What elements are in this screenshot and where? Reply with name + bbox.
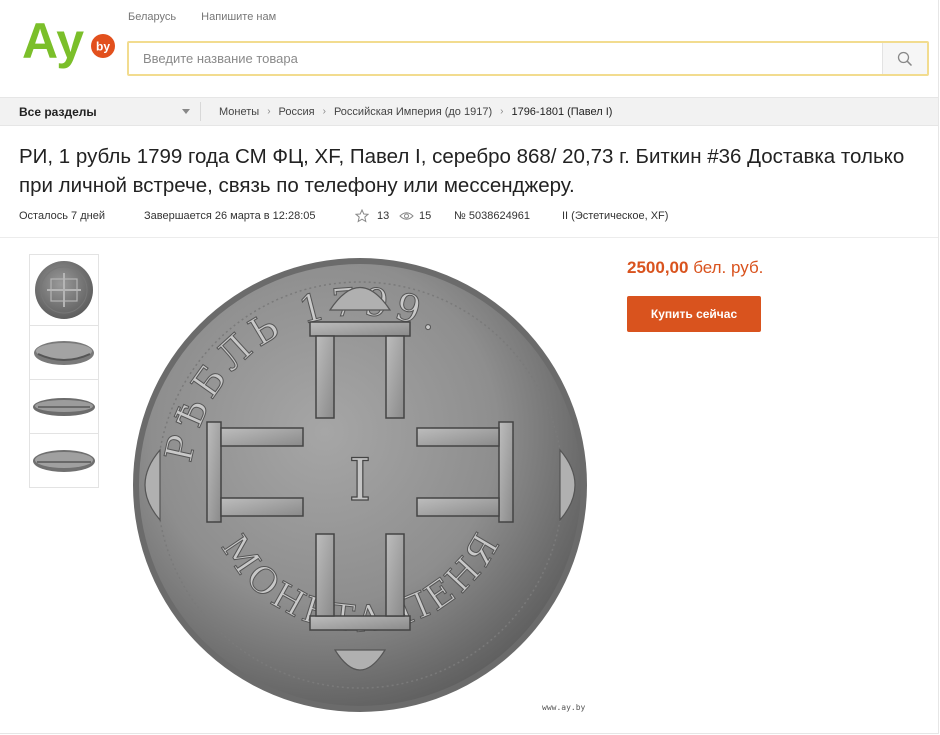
search-icon [897,51,913,66]
all-sections-dropdown[interactable]: Все разделы [19,98,194,125]
thumbnail-edge-3[interactable] [29,434,99,488]
main-photo[interactable]: РѢБЛЬ 1799. МОНЕТА ПЕНЯ I [120,250,600,720]
coin-center-numeral: I [349,446,372,514]
thumbnail-edge-1[interactable] [29,326,99,380]
nav-divider [200,102,201,121]
coin-edge-image [33,449,95,472]
favorites-count: 13 [377,210,390,222]
favorite-button[interactable] [355,209,377,223]
contact-link[interactable]: Напишите нам [201,11,276,23]
price-value: 2500,00 [627,258,689,277]
lot-number: № 5038624961 [454,210,531,222]
breadcrumb: Монеты › Россия › Российская Империя (до… [219,98,612,125]
ay-by-logo[interactable]: Ay by [22,12,116,72]
eye-icon [399,212,414,220]
coin-edge-image [34,340,94,365]
chevron-down-icon [182,109,190,114]
breadcrumb-separator: › [322,106,326,117]
coin-edge-image [33,397,95,416]
eye-icon-wrap [399,211,419,221]
top-links: Беларусь Напишите нам [128,11,298,23]
thumbnail-obverse[interactable] [29,254,99,326]
breadcrumb-coins[interactable]: Монеты [219,106,259,118]
category-navbar: Все разделы Монеты › Россия › Российская… [0,97,938,126]
search-bar [127,41,929,76]
thumbnail-edge-2[interactable] [29,380,99,434]
search-input[interactable] [129,43,883,74]
star-icon [355,209,369,223]
time-left: Осталось 7 дней [19,210,105,222]
thumbnail-list [29,254,101,488]
lot-title: РИ, 1 рубль 1799 года СМ ФЦ, XF, Павел I… [19,145,905,197]
views-count: 15 [419,210,432,222]
breadcrumb-separator: › [267,106,271,117]
all-sections-label: Все разделы [19,104,97,119]
breadcrumb-separator: › [500,106,504,117]
breadcrumb-empire[interactable]: Российская Империя (до 1917) [334,106,492,118]
grade: II (Эстетическое, XF) [562,210,669,222]
coin-thumbnail-image [35,261,93,319]
breadcrumb-paul-i[interactable]: 1796-1801 (Павел I) [511,106,612,118]
price: 2500,00 бел. руб. [627,258,763,278]
logo-badge: by [96,40,110,54]
section-divider [0,237,938,238]
watermark: www.ay.by [542,703,586,712]
logo-text: Ay [22,13,84,69]
breadcrumb-russia[interactable]: Россия [279,106,315,118]
search-button[interactable] [882,43,927,74]
buy-now-button[interactable]: Купить сейчас [627,296,761,332]
end-time: Завершается 26 марта в 12:28:05 [144,210,316,222]
price-currency: бел. руб. [693,258,764,277]
lot-meta: Осталось 7 дней Завершается 26 марта в 1… [19,209,668,223]
region-link[interactable]: Беларусь [128,11,176,23]
